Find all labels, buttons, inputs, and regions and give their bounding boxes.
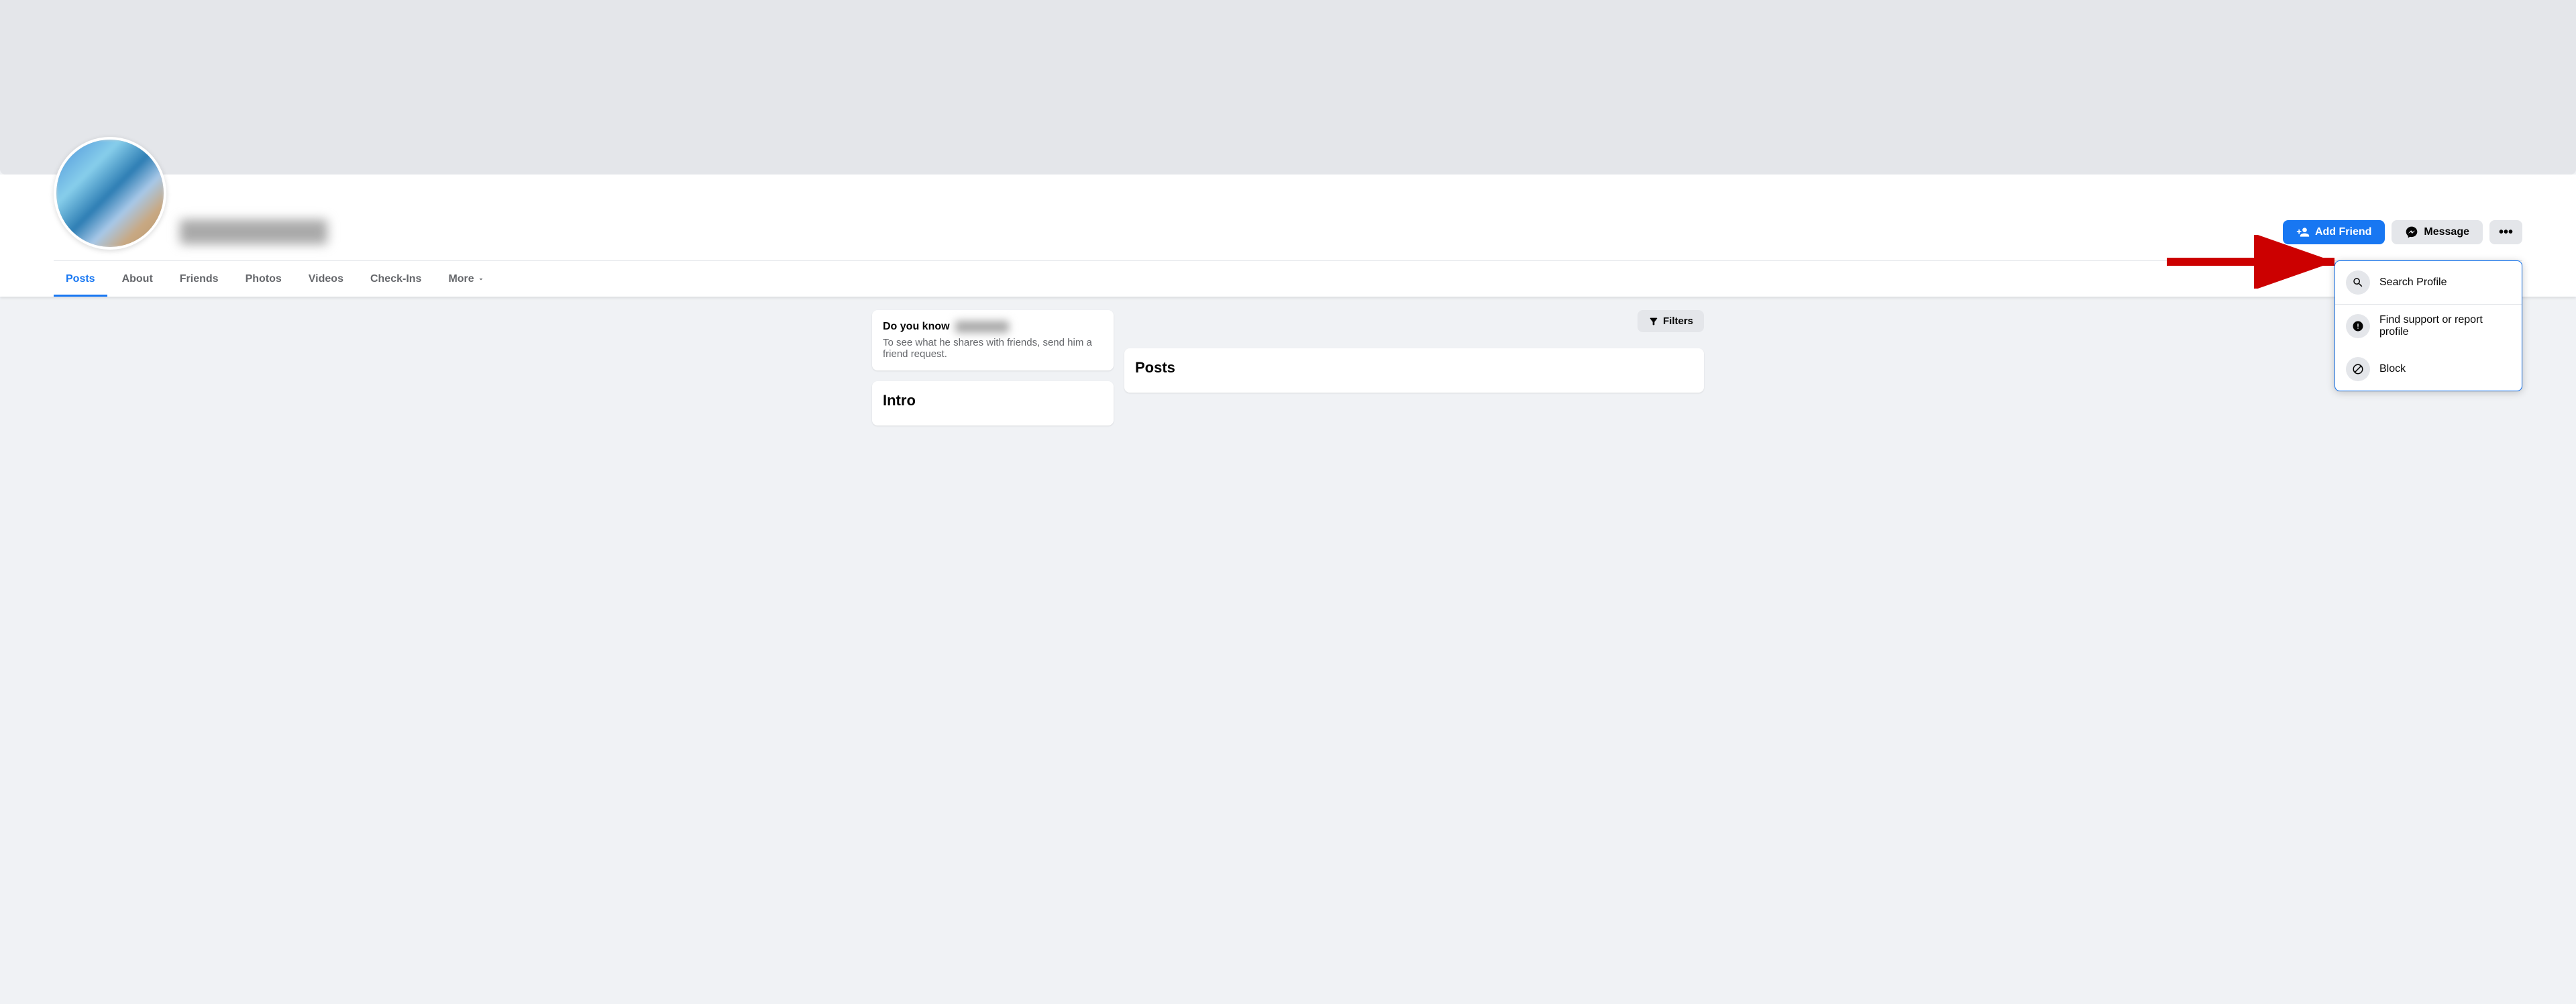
filters-button[interactable]: Filters [1638,310,1704,332]
tab-photos[interactable]: Photos [233,264,294,297]
find-support-item[interactable]: Find support or report profile [2335,305,2522,348]
profile-actions: Add Friend Message ••• [2283,220,2522,244]
avatar [54,137,166,250]
blurred-name [180,219,327,244]
more-options-button[interactable]: ••• [2489,220,2522,244]
posts-card: Posts [1124,348,1704,393]
main-content: Do you know To see what he shares with f… [818,310,1758,425]
find-support-label: Find support or report profile [2379,314,2511,338]
tab-friends[interactable]: Friends [168,264,231,297]
profile-nav: Posts About Friends Photos Videos Check-… [54,261,2522,297]
chevron-down-icon [477,275,485,283]
intro-card: Intro [872,381,1114,425]
do-you-know-card: Do you know To see what he shares with f… [872,310,1114,370]
messenger-icon [2405,225,2418,239]
tab-videos[interactable]: Videos [297,264,356,297]
profile-top: Add Friend Message ••• [54,174,2522,261]
tab-checkins[interactable]: Check-Ins [358,264,433,297]
left-column: Do you know To see what he shares with f… [872,310,1114,425]
message-button[interactable]: Message [2392,220,2483,244]
report-icon [2352,320,2364,332]
search-profile-item[interactable]: Search Profile [2335,261,2522,305]
more-button-container: ••• [2489,220,2522,244]
profile-info: Add Friend Message ••• [180,219,2522,250]
right-column: Filters Posts [1124,310,1704,425]
posts-title: Posts [1135,359,1693,376]
search-icon [2352,277,2364,289]
blurred-name-small [955,321,1009,333]
report-icon-wrapper [2346,314,2370,338]
block-user-icon [2352,363,2364,375]
add-friend-icon [2296,225,2310,239]
intro-title: Intro [883,392,1103,409]
tab-posts[interactable]: Posts [54,264,107,297]
block-icon-wrapper [2346,357,2370,381]
do-you-know-title: Do you know [883,321,1103,333]
profile-section: Add Friend Message ••• [0,174,2576,297]
add-friend-button[interactable]: Add Friend [2283,220,2385,244]
cover-photo [0,0,2576,174]
block-label: Block [2379,363,2406,375]
search-profile-label: Search Profile [2379,277,2447,289]
tab-more[interactable]: More [436,264,496,297]
dropdown-menu: Search Profile Find support or report pr… [2334,260,2522,391]
do-you-know-subtitle: To see what he shares with friends, send… [883,337,1103,360]
tab-about[interactable]: About [110,264,165,297]
filter-icon [1648,316,1659,327]
block-item[interactable]: Block [2335,348,2522,391]
avatar-image [56,140,164,247]
posts-top-row: Filters [1124,310,1704,332]
profile-name [180,219,327,244]
search-icon-wrapper [2346,270,2370,295]
